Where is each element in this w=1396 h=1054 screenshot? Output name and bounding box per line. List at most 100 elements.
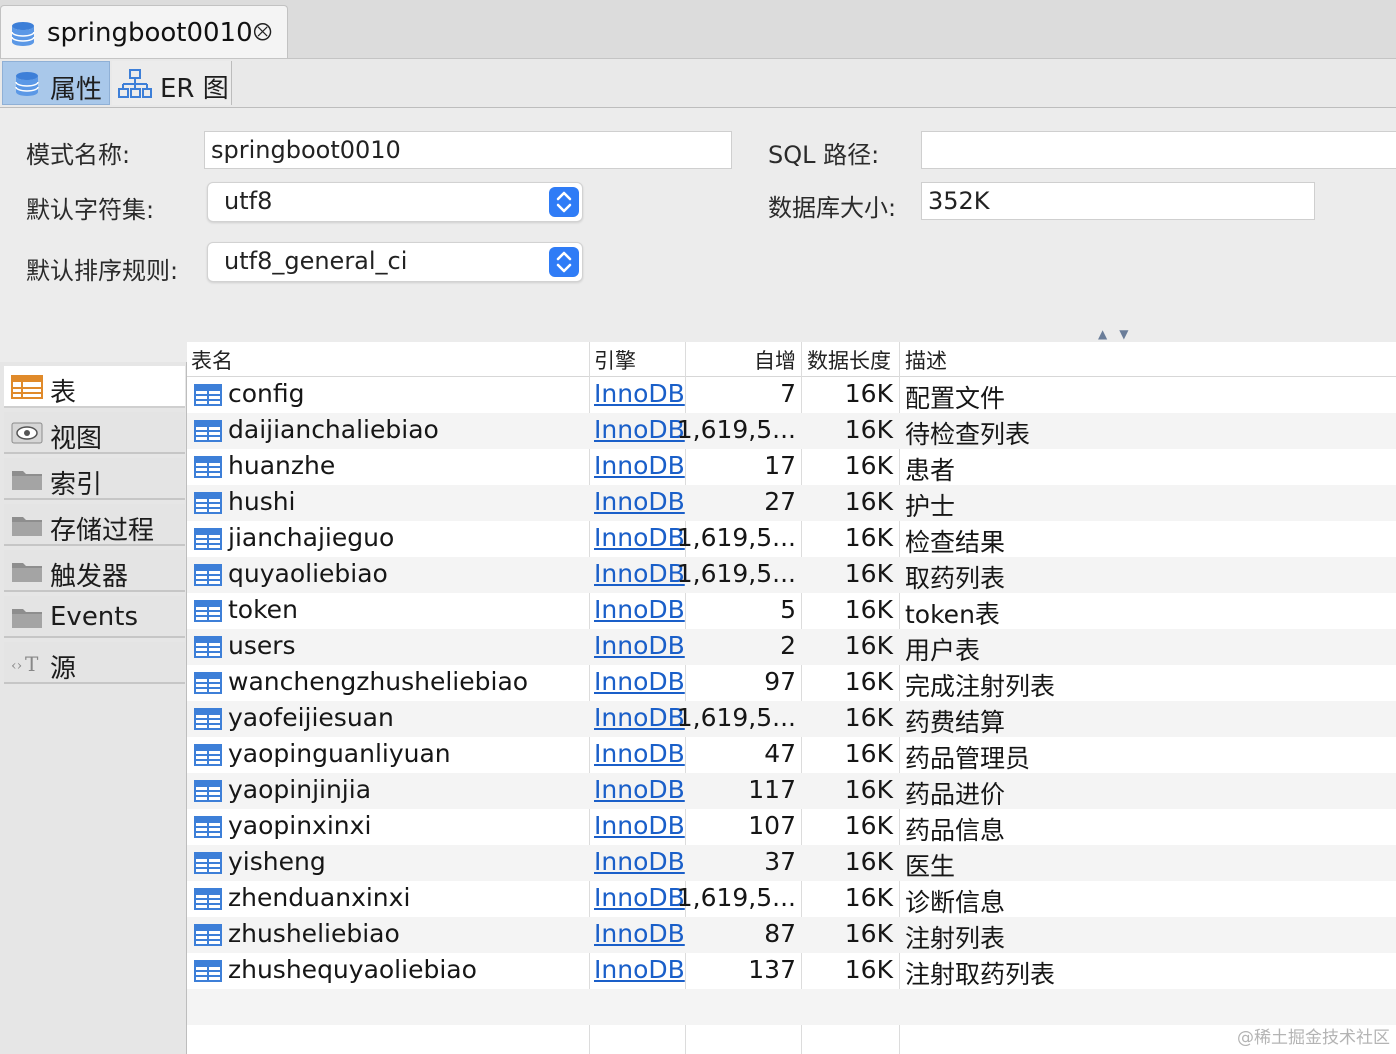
- table-icon: [194, 420, 222, 446]
- description-cell: 诊断信息: [905, 888, 1006, 917]
- description-cell: 完成注射列表: [905, 672, 1056, 701]
- table-icon: [194, 564, 222, 590]
- table-header: 表名 引擎 自增 数据长度 描述: [187, 342, 1396, 377]
- data-length-cell: 16K: [844, 487, 893, 516]
- table-row[interactable]: daijianchaliebiao InnoDB 1,619,5... 16K 待检查列…: [187, 413, 1396, 449]
- table-row[interactable]: yaopinjinjia InnoDB 117 16K 药品进价: [187, 773, 1396, 809]
- auto-increment-cell: 1,619,5...: [676, 559, 796, 588]
- engine-link[interactable]: InnoDB: [594, 703, 685, 732]
- table-row[interactable]: token InnoDB 5 16K token表: [187, 593, 1396, 629]
- sidebar-item-label: 视图: [50, 424, 103, 454]
- table-row[interactable]: huanzhe InnoDB 17 16K 患者: [187, 449, 1396, 485]
- table-icon: [194, 744, 222, 770]
- sidebar-item-4[interactable]: 触发器: [4, 550, 185, 592]
- charset-select[interactable]: utf8: [207, 182, 583, 222]
- engine-link[interactable]: InnoDB: [594, 631, 685, 660]
- sidebar-item-3[interactable]: 存储过程: [4, 504, 185, 546]
- table-row[interactable]: zhusheliebiao InnoDB 87 16K 注射列表: [187, 917, 1396, 953]
- tab-er-diagram[interactable]: ER 图: [112, 61, 232, 105]
- data-length-cell: 16K: [844, 631, 893, 660]
- table-icon: [11, 375, 43, 403]
- auto-increment-cell: 5: [780, 595, 796, 624]
- sidebar-item-label: 存储过程: [50, 516, 155, 546]
- close-icon[interactable]: ⮾: [253, 18, 272, 46]
- engine-link[interactable]: InnoDB: [594, 811, 685, 840]
- engine-link[interactable]: InnoDB: [594, 379, 685, 408]
- table-row[interactable]: yisheng InnoDB 37 16K 医生: [187, 845, 1396, 881]
- engine-link[interactable]: InnoDB: [594, 415, 685, 444]
- table-icon: [194, 384, 222, 410]
- engine-link[interactable]: InnoDB: [594, 955, 685, 984]
- engine-link[interactable]: InnoDB: [594, 595, 685, 624]
- engine-link[interactable]: InnoDB: [594, 883, 685, 912]
- engine-link[interactable]: InnoDB: [594, 739, 685, 768]
- table-name-cell: jianchajieguo: [228, 523, 395, 552]
- tab-properties[interactable]: 属性: [2, 61, 110, 105]
- splitter-arrows-icon[interactable]: ▲▼: [1098, 327, 1140, 341]
- table-row[interactable]: users InnoDB 2 16K 用户表: [187, 629, 1396, 665]
- engine-link[interactable]: InnoDB: [594, 523, 685, 552]
- table-row[interactable]: hushi InnoDB 27 16K 护士: [187, 485, 1396, 521]
- auto-increment-cell: 7: [780, 379, 796, 408]
- sql-path-input[interactable]: [921, 131, 1396, 169]
- auto-increment-cell: 117: [748, 775, 796, 804]
- table-icon: [194, 960, 222, 986]
- table-row[interactable]: zhenduanxinxi InnoDB 1,619,5... 16K 诊断信息: [187, 881, 1396, 917]
- table-icon: [194, 780, 222, 806]
- engine-link[interactable]: InnoDB: [594, 451, 685, 480]
- header-engine[interactable]: 引擎: [594, 345, 636, 375]
- sidebar-item-1[interactable]: 视图: [4, 412, 185, 454]
- table-icon: [194, 924, 222, 950]
- svg-text:‹›: ‹›: [11, 658, 22, 674]
- editor-tab-schema[interactable]: springboot0010 ⮾: [0, 5, 288, 58]
- auto-increment-cell: 137: [748, 955, 796, 984]
- table-icon: [194, 456, 222, 482]
- header-description[interactable]: 描述: [905, 345, 947, 375]
- engine-link[interactable]: InnoDB: [594, 667, 685, 696]
- collation-select[interactable]: utf8_general_ci: [207, 242, 583, 282]
- sidebar-item-0[interactable]: 表: [4, 366, 185, 408]
- schema-name-input[interactable]: [204, 131, 732, 169]
- auto-increment-cell: 17: [764, 451, 796, 480]
- sidebar-item-5[interactable]: Events: [4, 596, 185, 638]
- table-row[interactable]: zhushequyaoliebiao InnoDB 137 16K 注射取药列表: [187, 953, 1396, 989]
- auto-increment-cell: 47: [764, 739, 796, 768]
- sidebar-item-2[interactable]: 索引: [4, 458, 185, 500]
- auto-increment-cell: 1,619,5...: [676, 703, 796, 732]
- header-table-name[interactable]: 表名: [191, 345, 233, 375]
- engine-link[interactable]: InnoDB: [594, 847, 685, 876]
- table-name-cell: yaofeijiesuan: [228, 703, 394, 732]
- table-name-cell: hushi: [228, 487, 296, 516]
- description-cell: 医生: [905, 852, 956, 881]
- schema-name-label: 模式名称:: [26, 141, 131, 169]
- table-row[interactable]: yaopinguanliyuan InnoDB 47 16K 药品管理员: [187, 737, 1396, 773]
- table-row[interactable]: yaopinxinxi InnoDB 107 16K 药品信息: [187, 809, 1396, 845]
- header-auto-increment[interactable]: 自增: [754, 345, 796, 375]
- charset-value: utf8: [224, 187, 273, 215]
- table-row[interactable]: wanchengzhusheliebiao InnoDB 97 16K 完成注射列表: [187, 665, 1396, 701]
- data-length-cell: 16K: [844, 883, 893, 912]
- engine-link[interactable]: InnoDB: [594, 919, 685, 948]
- description-cell: 药品管理员: [905, 744, 1031, 773]
- table-name-cell: quyaoliebiao: [228, 559, 388, 588]
- sidebar-item-6[interactable]: ‹› T 源: [4, 642, 185, 684]
- auto-increment-cell: 97: [764, 667, 796, 696]
- description-cell: 药品进价: [905, 780, 1006, 809]
- sql-path-label: SQL 路径:: [768, 141, 880, 169]
- description-cell: 注射列表: [905, 924, 1006, 953]
- svg-text:T: T: [25, 652, 39, 675]
- table-row[interactable]: config InnoDB 7 16K 配置文件: [187, 377, 1396, 413]
- watermark: @稀土掘金技术社区: [1237, 1028, 1390, 1048]
- description-cell: 护士: [905, 492, 956, 521]
- engine-link[interactable]: InnoDB: [594, 487, 685, 516]
- object-type-panel: 表视图索引存储过程触发器 Events ‹› T 源: [0, 362, 187, 1054]
- charset-label: 默认字符集:: [26, 196, 155, 224]
- table-row[interactable]: yaofeijiesuan InnoDB 1,619,5... 16K 药费结算: [187, 701, 1396, 737]
- table-row[interactable]: jianchajieguo InnoDB 1,619,5... 16K 检查结果: [187, 521, 1396, 557]
- auto-increment-cell: 87: [764, 919, 796, 948]
- header-data-length[interactable]: 数据长度: [807, 345, 891, 375]
- engine-link[interactable]: InnoDB: [594, 559, 685, 588]
- engine-link[interactable]: InnoDB: [594, 775, 685, 804]
- table-row[interactable]: quyaoliebiao InnoDB 1,619,5... 16K 取药列表: [187, 557, 1396, 593]
- auto-increment-cell: 107: [748, 811, 796, 840]
